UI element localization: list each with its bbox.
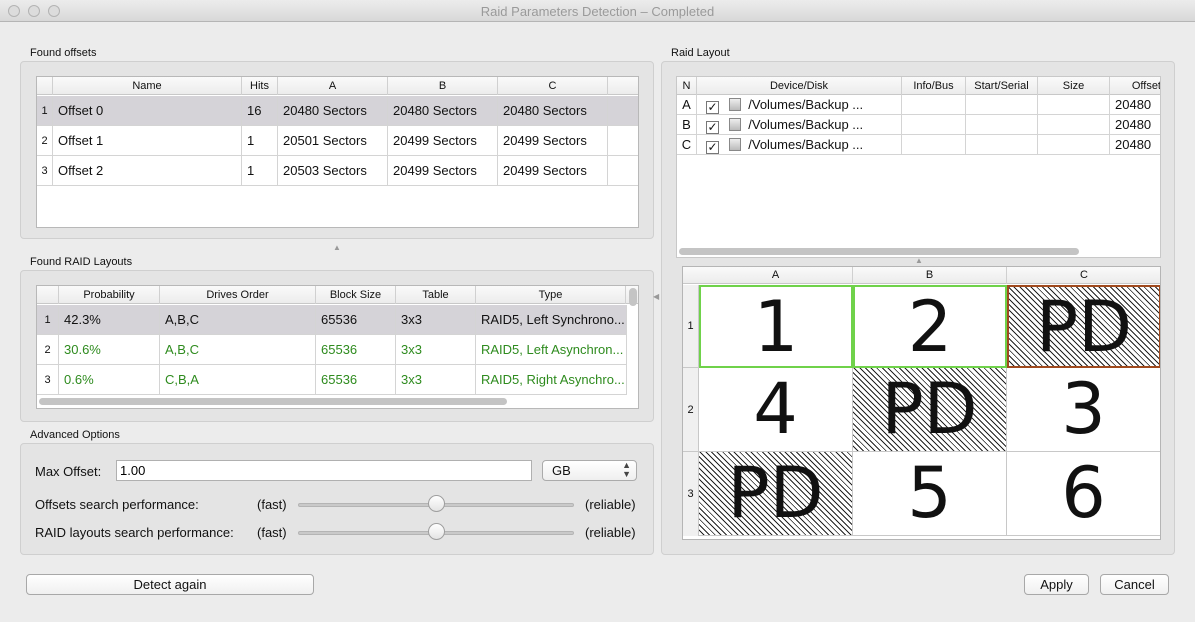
- found-layouts-table[interactable]: Probability Drives Order Block Size Tabl…: [36, 285, 639, 409]
- raid-perf-label: RAID layouts search performance:: [35, 525, 234, 540]
- offsets-perf-fast-label: (fast): [257, 497, 287, 512]
- grid-column-b: B: [853, 267, 1007, 284]
- column-header-block-size[interactable]: Block Size: [316, 286, 396, 304]
- grid-block[interactable]: 2: [853, 285, 1007, 368]
- horizontal-scrollbar[interactable]: [679, 248, 1079, 255]
- grid-block-parity[interactable]: PD: [699, 452, 853, 536]
- advanced-options-group: Max Offset: GB ▲▼ Offsets search perform…: [20, 443, 654, 555]
- column-header-name[interactable]: Name: [53, 77, 242, 95]
- disk-icon: [728, 138, 741, 151]
- table-row[interactable]: 2 Offset 1 1 20501 Sectors 20499 Sectors…: [37, 126, 638, 156]
- offsets-perf-reliable-label: (reliable): [585, 497, 636, 512]
- window-title: Raid Parameters Detection – Completed: [480, 4, 715, 19]
- found-offsets-label: Found offsets: [30, 47, 97, 59]
- grid-block[interactable]: 3: [1007, 368, 1160, 452]
- column-header-hits[interactable]: Hits: [242, 77, 278, 95]
- column-header-a[interactable]: A: [278, 77, 388, 95]
- table-row[interactable]: C ✓ /Volumes/Backup ... 20480: [677, 135, 1160, 155]
- table-header: Probability Drives Order Block Size Tabl…: [37, 286, 638, 304]
- splitter-handle-icon[interactable]: ▲: [333, 243, 341, 252]
- unit-select[interactable]: GB ▲ ▼: [542, 460, 637, 481]
- raid-layout-label: Raid Layout: [671, 47, 730, 59]
- table-row[interactable]: 2 30.6% A,B,C 65536 3x3 RAID5, Left Asyn…: [37, 335, 627, 365]
- disk-icon: [728, 98, 741, 111]
- table-row[interactable]: B ✓ /Volumes/Backup ... 20480: [677, 115, 1160, 135]
- column-header-offset[interactable]: Offset: [1110, 77, 1160, 95]
- table-row[interactable]: 1 Offset 0 16 20480 Sectors 20480 Sector…: [37, 96, 638, 126]
- table-header: N Device/Disk Info/Bus Start/Serial Size…: [677, 77, 1160, 95]
- found-offsets-group: Name Hits A B C 1 Offset 0 16 20480 Sect…: [20, 61, 654, 239]
- table-row[interactable]: A ✓ /Volumes/Backup ... 20480: [677, 95, 1160, 115]
- grid-block-parity[interactable]: PD: [1007, 285, 1160, 368]
- found-offsets-table[interactable]: Name Hits A B C 1 Offset 0 16 20480 Sect…: [36, 76, 639, 228]
- column-header-info-bus[interactable]: Info/Bus: [902, 77, 966, 95]
- grid-block[interactable]: 4: [699, 368, 853, 452]
- apply-button[interactable]: Apply: [1024, 574, 1089, 595]
- column-header-size[interactable]: Size: [1038, 77, 1110, 95]
- disk-icon: [728, 118, 741, 131]
- offsets-perf-label: Offsets search performance:: [35, 497, 199, 512]
- detect-again-button[interactable]: Detect again: [26, 574, 314, 595]
- table-row[interactable]: 1 42.3% A,B,C 65536 3x3 RAID5, Left Sync…: [37, 305, 627, 335]
- column-header-b[interactable]: B: [388, 77, 498, 95]
- table-row[interactable]: 3 Offset 2 1 20503 Sectors 20499 Sectors…: [37, 156, 638, 186]
- title-bar: Raid Parameters Detection – Completed: [0, 0, 1195, 22]
- grid-block-parity[interactable]: PD: [853, 368, 1007, 452]
- raid-perf-slider-knob[interactable]: [427, 523, 445, 540]
- vertical-scrollbar[interactable]: [629, 288, 637, 306]
- updown-arrows-icon: ▲ ▼: [622, 460, 631, 479]
- found-layouts-group: Probability Drives Order Block Size Tabl…: [20, 270, 654, 422]
- checkbox-checked-icon[interactable]: ✓: [706, 101, 719, 114]
- grid-row-2: 2: [683, 368, 699, 452]
- raid-block-grid: A B C 1 2 3 1 2 PD 4 PD 3 PD 5 6: [682, 266, 1161, 540]
- grid-column-a: A: [699, 267, 853, 284]
- splitter-handle-icon[interactable]: ▲: [915, 256, 923, 265]
- grid-block[interactable]: 6: [1007, 452, 1160, 536]
- offsets-perf-slider-knob[interactable]: [427, 495, 445, 512]
- grid-block[interactable]: 5: [853, 452, 1007, 536]
- raid-devices-table[interactable]: N Device/Disk Info/Bus Start/Serial Size…: [676, 76, 1161, 258]
- grid-header: A B C: [683, 267, 1160, 284]
- max-offset-label: Max Offset:: [35, 464, 102, 479]
- column-header-start-serial[interactable]: Start/Serial: [966, 77, 1038, 95]
- table-header: Name Hits A B C: [37, 77, 638, 95]
- raid-perf-fast-label: (fast): [257, 525, 287, 540]
- raid-layout-group: N Device/Disk Info/Bus Start/Serial Size…: [661, 61, 1175, 555]
- found-layouts-label: Found RAID Layouts: [30, 256, 133, 268]
- table-row[interactable]: 3 0.6% C,B,A 65536 3x3 RAID5, Right Asyn…: [37, 365, 627, 395]
- pane-splitter-icon[interactable]: ◀: [653, 292, 659, 301]
- grid-block[interactable]: 1: [699, 285, 853, 368]
- column-header-device[interactable]: Device/Disk: [697, 77, 902, 95]
- column-header-table[interactable]: Table: [396, 286, 476, 304]
- cancel-button[interactable]: Cancel: [1100, 574, 1169, 595]
- grid-row-1: 1: [683, 285, 699, 368]
- unit-select-value: GB: [552, 463, 571, 478]
- checkbox-checked-icon[interactable]: ✓: [706, 141, 719, 154]
- column-header-n[interactable]: N: [677, 77, 697, 95]
- horizontal-scrollbar[interactable]: [39, 398, 507, 405]
- column-header-type[interactable]: Type: [476, 286, 626, 304]
- column-header-probability[interactable]: Probability: [59, 286, 160, 304]
- checkbox-checked-icon[interactable]: ✓: [706, 121, 719, 134]
- grid-column-c: C: [1080, 269, 1088, 281]
- grid-row-3: 3: [683, 452, 699, 536]
- column-header-c[interactable]: C: [498, 77, 608, 95]
- column-header-drives-order[interactable]: Drives Order: [160, 286, 316, 304]
- raid-perf-reliable-label: (reliable): [585, 525, 636, 540]
- max-offset-input[interactable]: [116, 460, 532, 481]
- advanced-options-label: Advanced Options: [30, 429, 120, 441]
